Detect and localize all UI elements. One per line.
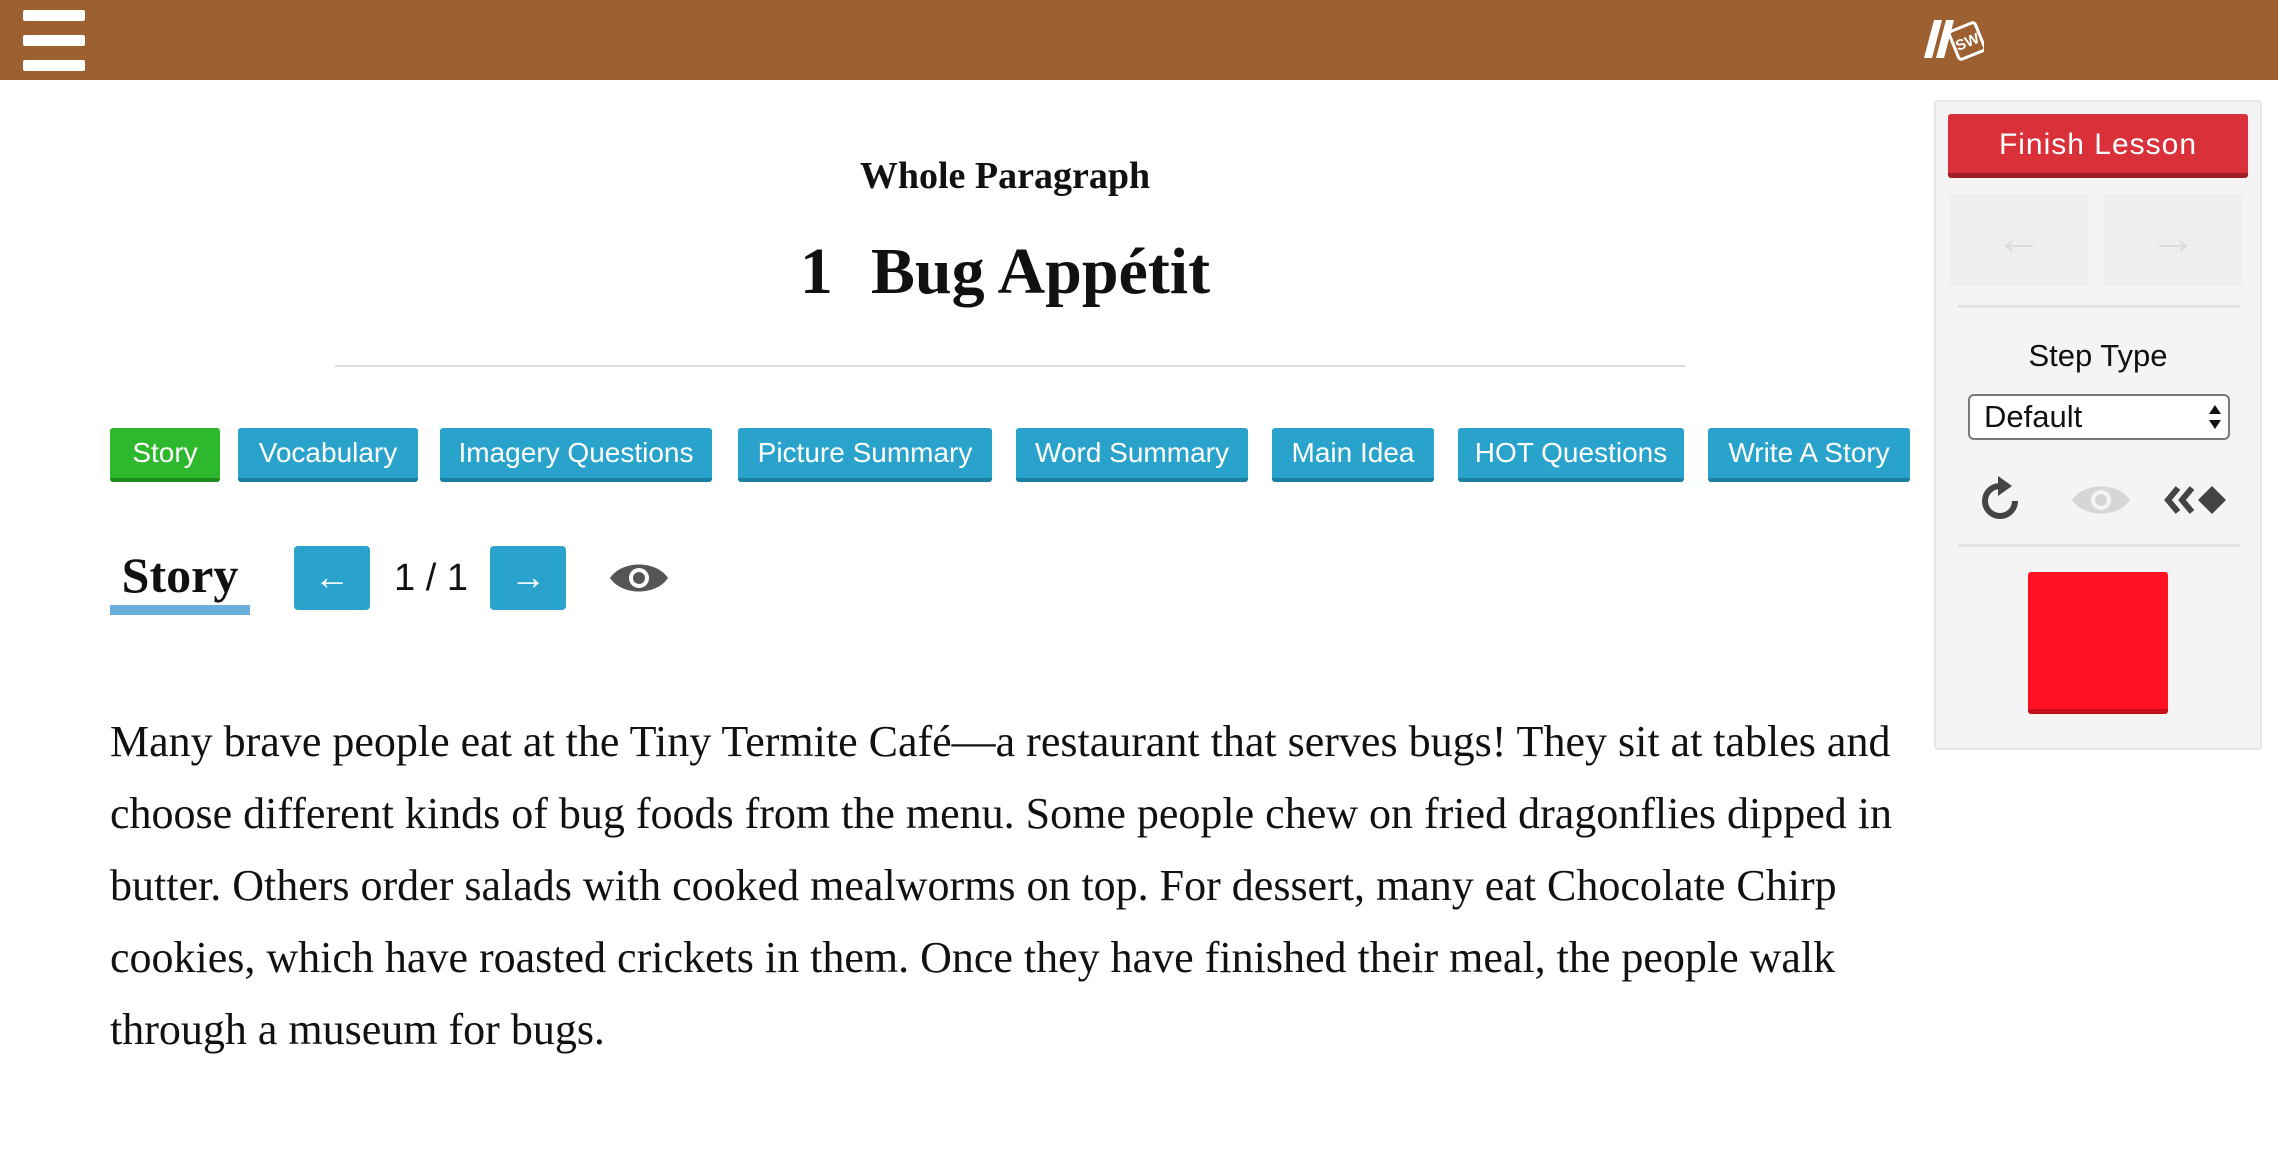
rewind-icon[interactable] [2164,472,2236,528]
eye-icon[interactable] [2070,472,2132,528]
tab-hot-questions[interactable]: HOT Questions [1458,428,1684,482]
prev-page-button[interactable]: ← [294,546,370,610]
step-tabs: Story Vocabulary Imagery Questions Pictu… [110,428,1910,482]
lesson-title-row: 1 Bug Appétit [330,232,1680,312]
tab-word-summary[interactable]: Word Summary [1016,428,1248,482]
hamburger-menu-icon[interactable] [23,10,85,71]
next-page-button[interactable]: → [490,546,566,610]
eye-icon[interactable] [608,558,670,598]
menu-bar-top [23,10,85,21]
top-bar: SW [0,0,2278,80]
finish-lesson-button[interactable]: Finish Lesson [1948,114,2248,178]
sw-logo-icon[interactable]: SW [1918,14,1984,64]
record-button[interactable] [2028,572,2168,714]
menu-bar-middle [23,35,85,46]
lesson-subtitle: Whole Paragraph [859,155,1151,197]
step-type-value: Default [1984,399,2083,434]
section-label: Story [121,547,239,603]
menu-bar-bottom [23,60,85,71]
lesson-number: 1 [799,235,833,308]
tab-write-a-story[interactable]: Write A Story [1708,428,1910,482]
select-caret-icon [2209,405,2221,429]
page-counter: 1 / 1 [394,557,468,599]
panel-divider [1958,544,2240,547]
tab-story[interactable]: Story [110,428,220,482]
reset-icon[interactable] [1976,472,2024,528]
story-paragraph: Many brave people eat at the Tiny Termit… [110,717,1892,1054]
step-type-select[interactable]: Default [1968,394,2230,440]
tab-main-idea[interactable]: Main Idea [1272,428,1434,482]
panel-divider [1958,305,2240,308]
lesson-title: Bug Appétit [870,235,1211,308]
step-type-label: Step Type [2028,338,2168,373]
lesson-control-panel: Finish Lesson ← → Step Type Default [1934,100,2262,750]
tab-vocabulary[interactable]: Vocabulary [238,428,418,482]
tab-picture-summary[interactable]: Picture Summary [738,428,992,482]
section-underline [110,605,250,615]
next-step-button[interactable]: → [2104,194,2242,286]
tab-imagery-questions[interactable]: Imagery Questions [440,428,712,482]
title-divider [335,365,1685,367]
prev-step-button[interactable]: ← [1950,194,2088,286]
